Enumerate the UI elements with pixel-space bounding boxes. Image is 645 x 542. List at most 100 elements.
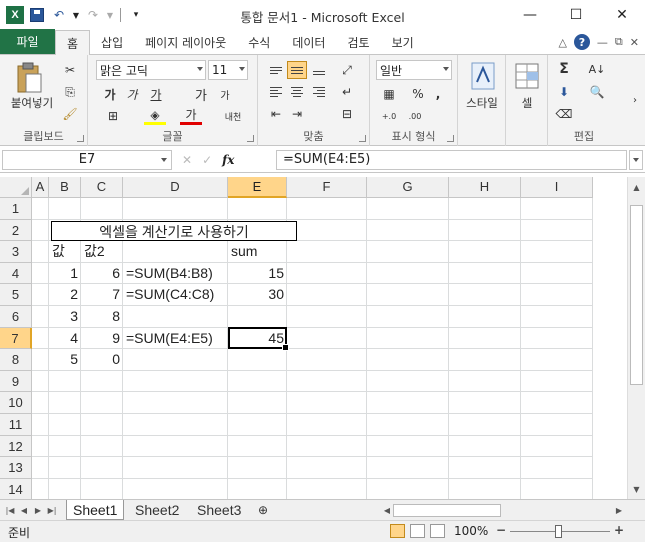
- row-header-4[interactable]: 4: [0, 262, 32, 285]
- font-size-select[interactable]: 11: [208, 60, 248, 80]
- last-sheet-icon[interactable]: ▶|: [46, 503, 58, 517]
- redo-icon[interactable]: ↷: [84, 6, 102, 24]
- row-header-5[interactable]: 5: [0, 284, 32, 306]
- undo-icon[interactable]: ↶: [50, 6, 68, 24]
- cell-b6[interactable]: 3: [49, 306, 81, 328]
- enter-icon[interactable]: ✓: [202, 153, 212, 167]
- scroll-down-icon[interactable]: ▼: [628, 481, 645, 498]
- italic-button[interactable]: 가: [122, 85, 142, 103]
- font-name-select[interactable]: 맑은 고딕: [96, 60, 206, 80]
- insert-function-button[interactable]: fx: [222, 153, 234, 167]
- phonetic-button[interactable]: 내천: [218, 107, 248, 125]
- cell-c4[interactable]: 6: [81, 263, 123, 285]
- fill-icon[interactable]: ⬇: [554, 83, 574, 101]
- minimize-ribbon-icon[interactable]: △: [558, 36, 566, 49]
- number-format-select[interactable]: 일반: [376, 60, 452, 80]
- tab-file[interactable]: 파일: [0, 29, 55, 54]
- merge-center-icon[interactable]: ⊟: [336, 105, 358, 123]
- row-header-1[interactable]: 1: [0, 198, 32, 220]
- find-select-icon[interactable]: 🔍: [584, 83, 610, 101]
- cell-d5[interactable]: =SUM(C4:C8): [123, 284, 217, 306]
- cell-e3[interactable]: sum: [228, 241, 287, 263]
- column-header-c[interactable]: C: [81, 177, 123, 198]
- doc-close-icon[interactable]: ✕: [630, 36, 639, 49]
- zoom-out-button[interactable]: −: [494, 523, 508, 537]
- expand-formula-icon[interactable]: [629, 150, 643, 170]
- cell-b5[interactable]: 2: [49, 284, 81, 306]
- styles-icon[interactable]: [470, 61, 496, 91]
- cell-e5[interactable]: 30: [228, 284, 287, 306]
- tab-page-layout[interactable]: 페이지 레이아웃: [134, 30, 237, 54]
- excel-logo-icon[interactable]: X: [6, 6, 24, 24]
- shrink-font-button[interactable]: 가: [214, 85, 236, 103]
- number-launcher-icon[interactable]: [447, 135, 454, 142]
- vertical-scrollbar[interactable]: ▲ ▼: [627, 177, 645, 499]
- scroll-right-icon[interactable]: ▶: [613, 503, 625, 517]
- maximize-button[interactable]: ☐: [553, 0, 599, 30]
- zoom-in-button[interactable]: +: [612, 523, 626, 537]
- underline-button[interactable]: 가: [144, 85, 168, 103]
- zoom-level[interactable]: 100%: [454, 524, 488, 538]
- row-header-13[interactable]: 13: [0, 457, 32, 479]
- select-all-corner[interactable]: [0, 177, 32, 198]
- row-header-3[interactable]: 3: [0, 241, 32, 263]
- scroll-left-icon[interactable]: ◀: [381, 503, 393, 517]
- paste-icon[interactable]: [14, 61, 44, 95]
- copy-icon[interactable]: ⎘: [60, 83, 80, 101]
- cell-c7[interactable]: 9: [81, 328, 123, 350]
- column-header-g[interactable]: G: [367, 177, 449, 198]
- borders-icon[interactable]: ⊞: [102, 107, 124, 125]
- percent-style-button[interactable]: %: [410, 85, 426, 103]
- ribbon-scroll-icon[interactable]: ›: [626, 55, 644, 146]
- font-color-button[interactable]: 가: [180, 107, 202, 125]
- close-button[interactable]: ✕: [599, 0, 645, 30]
- row-header-11[interactable]: 11: [0, 414, 32, 436]
- normal-view-icon[interactable]: [390, 524, 405, 538]
- column-header-h[interactable]: H: [449, 177, 521, 198]
- increase-decimal-icon[interactable]: +.0: [378, 107, 400, 125]
- save-icon[interactable]: [28, 6, 46, 24]
- merged-title-cell[interactable]: 엑셀을 계산기로 사용하기: [51, 220, 297, 242]
- decrease-indent-icon[interactable]: ⇤: [266, 105, 286, 123]
- cell-d4[interactable]: =SUM(B4:B8): [123, 263, 216, 285]
- tab-data[interactable]: 데이터: [281, 30, 336, 54]
- next-sheet-icon[interactable]: ▶: [32, 503, 44, 517]
- cell-c3[interactable]: 값2: [81, 241, 123, 263]
- paste-label[interactable]: 붙여넣기: [4, 95, 60, 111]
- tab-formulas[interactable]: 수식: [237, 30, 281, 54]
- column-header-d[interactable]: D: [123, 177, 228, 198]
- column-header-b[interactable]: B: [49, 177, 81, 198]
- align-center-icon[interactable]: [287, 83, 307, 101]
- insert-sheet-icon[interactable]: ⊕: [252, 500, 274, 520]
- vertical-scroll-thumb[interactable]: [630, 205, 643, 385]
- row-header-14[interactable]: 14: [0, 478, 32, 499]
- first-sheet-icon[interactable]: |◀: [4, 503, 16, 517]
- prev-sheet-icon[interactable]: ◀: [18, 503, 30, 517]
- cells-icon[interactable]: [514, 61, 540, 91]
- row-header-7[interactable]: 7: [0, 327, 32, 350]
- clear-icon[interactable]: ⌫: [554, 105, 574, 123]
- row-header-10[interactable]: 10: [0, 392, 32, 414]
- font-launcher-icon[interactable]: [247, 135, 254, 142]
- cancel-icon[interactable]: ✕: [182, 153, 192, 167]
- scroll-up-icon[interactable]: ▲: [628, 179, 645, 196]
- horizontal-scrollbar[interactable]: ◀ ▶: [381, 502, 627, 519]
- fill-color-icon[interactable]: ◈: [144, 107, 166, 125]
- cell-b4[interactable]: 1: [49, 263, 81, 285]
- tab-insert[interactable]: 삽입: [90, 30, 134, 54]
- tab-review[interactable]: 검토: [336, 30, 380, 54]
- orientation-icon[interactable]: ⤢: [336, 61, 358, 79]
- name-box[interactable]: E7: [2, 150, 172, 170]
- row-header-6[interactable]: 6: [0, 306, 32, 328]
- cell-b8[interactable]: 5: [49, 349, 81, 371]
- comma-style-button[interactable]: ,: [430, 85, 446, 103]
- autosum-button[interactable]: Σ: [554, 60, 574, 78]
- row-header-9[interactable]: 9: [0, 370, 32, 393]
- help-icon[interactable]: ?: [573, 34, 590, 50]
- cells-label[interactable]: 셀: [506, 95, 548, 111]
- cell-b7[interactable]: 4: [49, 328, 81, 350]
- sheet-tab-sheet3[interactable]: Sheet3: [191, 500, 247, 520]
- clipboard-launcher-icon[interactable]: [77, 135, 84, 142]
- tab-home[interactable]: 홈: [55, 30, 91, 55]
- column-header-i[interactable]: I: [521, 177, 593, 198]
